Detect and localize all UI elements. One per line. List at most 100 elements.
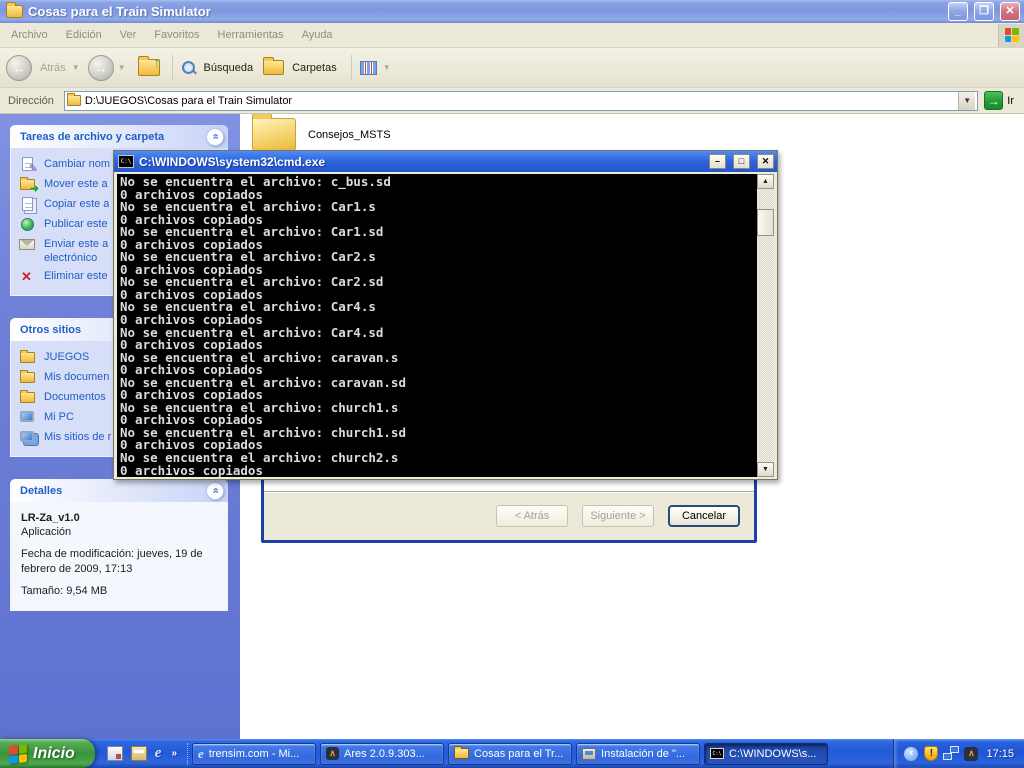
close-button[interactable]: ✕ xyxy=(1000,2,1020,21)
network-places-icon xyxy=(19,430,37,446)
menu-item[interactable]: Ver xyxy=(111,25,146,45)
details-panel: Detalles « LR-Za_v1.0 Aplicación Fecha d… xyxy=(10,479,228,611)
taskbar-button-installer[interactable]: Instalación de "... xyxy=(576,743,700,765)
rename-icon: ✎ xyxy=(19,157,37,173)
windows-logo-icon xyxy=(998,24,1024,47)
console-output[interactable]: No se encuentra el archivo: c_bus.sd0 ar… xyxy=(117,174,757,477)
system-tray: ‹ ! ∧ 17:15 xyxy=(893,739,1024,768)
folders-icon[interactable] xyxy=(263,60,284,75)
collapse-chevron-icon[interactable]: « xyxy=(206,128,224,146)
details-modified2: febrero de 2009, 17:13 xyxy=(21,563,219,576)
menu-item[interactable]: Ayuda xyxy=(293,25,342,45)
taskbar-buttons: e trensim.com - Mi... ∧ Ares 2.0.9.303..… xyxy=(188,743,893,765)
start-button[interactable]: Inicio xyxy=(0,739,95,768)
network-tray-icon[interactable] xyxy=(943,746,959,761)
wizard-next-button[interactable]: Siguiente > xyxy=(582,505,654,527)
address-path: D:\JUEGOS\Cosas para el Train Simulator xyxy=(85,95,954,107)
address-folder-icon xyxy=(67,95,81,106)
details-file-type: Aplicación xyxy=(21,526,219,539)
address-input[interactable]: D:\JUEGOS\Cosas para el Train Simulator … xyxy=(64,91,978,111)
cmd-titlebar[interactable]: C:\ C:\WINDOWS\system32\cmd.exe – □ ✕ xyxy=(114,151,777,172)
restore-button[interactable]: ❐ xyxy=(974,2,994,21)
file-tasks-header[interactable]: Tareas de archivo y carpeta « xyxy=(10,125,228,148)
back-dropdown-icon[interactable]: ▼ xyxy=(72,63,80,72)
forward-button[interactable]: → xyxy=(88,55,114,81)
taskbar: Inicio e » e trensim.com - Mi... ∧ Ares … xyxy=(0,739,1024,768)
taskbar-button-ares[interactable]: ∧ Ares 2.0.9.303... xyxy=(320,743,444,765)
cmd-window: C:\ C:\WINDOWS\system32\cmd.exe – □ ✕ No… xyxy=(113,150,778,480)
folder-icon xyxy=(19,350,37,366)
explorer-titlebar[interactable]: Cosas para el Train Simulator _ ❐ ✕ xyxy=(0,0,1024,23)
taskbar-button-cmd[interactable]: C:\ C:\WINDOWS\s... xyxy=(704,743,828,765)
menu-item[interactable]: Favoritos xyxy=(145,25,208,45)
go-label: Ir xyxy=(1007,95,1014,107)
console-line: 0 archivos copiados xyxy=(120,465,757,477)
forward-dropdown-icon[interactable]: ▼ xyxy=(118,63,126,72)
desktop: Cosas para el Train Simulator _ ❐ ✕ Arch… xyxy=(0,0,1024,768)
scrollbar-thumb[interactable] xyxy=(757,209,774,236)
details-modified: Fecha de modificación: jueves, 19 de xyxy=(21,548,219,561)
toolbar: ← Atrás ▼ → ▼ ↑ Búsqueda Carpetas ▼ xyxy=(0,48,1024,88)
quicklaunch-overflow-chevron[interactable]: » xyxy=(171,748,177,759)
folder-window-icon xyxy=(6,5,23,18)
quicklaunch-icon-2[interactable] xyxy=(131,746,147,761)
details-file-name: LR-Za_v1.0 xyxy=(21,512,219,524)
computer-icon xyxy=(19,410,37,426)
ares-icon: ∧ xyxy=(326,747,339,760)
internet-explorer-icon[interactable]: e xyxy=(155,746,162,761)
installer-icon xyxy=(582,748,596,760)
scroll-up-button[interactable]: ▲ xyxy=(757,174,774,189)
copy-icon xyxy=(19,197,37,213)
minimize-button[interactable]: _ xyxy=(948,2,968,21)
views-dropdown-icon[interactable]: ▼ xyxy=(383,63,391,72)
back-label: Atrás xyxy=(40,62,66,74)
folders-label[interactable]: Carpetas xyxy=(292,62,337,74)
menu-item[interactable]: Herramientas xyxy=(209,25,293,45)
publish-globe-icon xyxy=(19,217,37,233)
file-item-label: Consejos_MSTS xyxy=(308,129,391,141)
cmd-minimize-button[interactable]: – xyxy=(709,154,726,169)
file-item-consejos[interactable]: Consejos_MSTS xyxy=(252,118,391,151)
search-icon[interactable] xyxy=(181,60,197,76)
cmd-icon: C:\ xyxy=(118,155,134,168)
address-dropdown-button[interactable]: ▼ xyxy=(958,92,975,110)
cmd-icon: C:\ xyxy=(710,748,724,759)
folder-icon xyxy=(252,118,296,151)
up-folder-button[interactable]: ↑ xyxy=(138,59,160,76)
menu-item[interactable]: Edición xyxy=(57,25,111,45)
taskbar-clock[interactable]: 17:15 xyxy=(986,748,1014,760)
collapse-chevron-icon[interactable]: « xyxy=(206,482,224,500)
details-header[interactable]: Detalles « xyxy=(10,479,228,502)
tray-collapse-chevron-icon[interactable]: ‹ xyxy=(903,746,919,762)
folder-icon xyxy=(454,748,469,759)
search-label[interactable]: Búsqueda xyxy=(204,62,254,74)
back-button[interactable]: ← xyxy=(6,55,32,81)
windows-flag-icon xyxy=(9,744,27,764)
go-arrow-icon: → xyxy=(984,91,1003,110)
scroll-down-button[interactable]: ▼ xyxy=(757,462,774,477)
cmd-close-button[interactable]: ✕ xyxy=(757,154,774,169)
details-size: Tamaño: 9,54 MB xyxy=(21,585,219,598)
cmd-client: No se encuentra el archivo: c_bus.sd0 ar… xyxy=(117,174,774,477)
ares-tray-icon[interactable]: ∧ xyxy=(964,747,978,761)
wizard-back-button[interactable]: < Atrás xyxy=(496,505,568,527)
toolbar-separator xyxy=(351,55,352,81)
taskbar-button-explorer[interactable]: Cosas para el Tr... xyxy=(448,743,572,765)
menu-item[interactable]: Archivo xyxy=(2,25,57,45)
views-icon[interactable] xyxy=(360,61,377,75)
delete-x-icon: ✕ xyxy=(19,269,37,285)
folder-icon xyxy=(19,370,37,386)
installer-button-row: < Atrás Siguiente > Cancelar xyxy=(264,492,754,540)
cmd-title: C:\WINDOWS\system32\cmd.exe xyxy=(139,155,702,169)
taskbar-button-trensim[interactable]: e trensim.com - Mi... xyxy=(192,743,316,765)
menu-bar: Archivo Edición Ver Favoritos Herramient… xyxy=(0,23,1024,48)
window-title: Cosas para el Train Simulator xyxy=(28,4,942,19)
wizard-cancel-button[interactable]: Cancelar xyxy=(668,505,740,527)
toolbar-separator xyxy=(172,55,173,81)
go-button[interactable]: → Ir xyxy=(984,91,1020,110)
cmd-maximize-button[interactable]: □ xyxy=(733,154,750,169)
security-shield-icon[interactable]: ! xyxy=(924,746,938,761)
quicklaunch-icon-1[interactable] xyxy=(107,746,123,761)
cmd-scrollbar[interactable]: ▲ ▼ xyxy=(757,174,774,477)
folder-icon xyxy=(19,390,37,406)
